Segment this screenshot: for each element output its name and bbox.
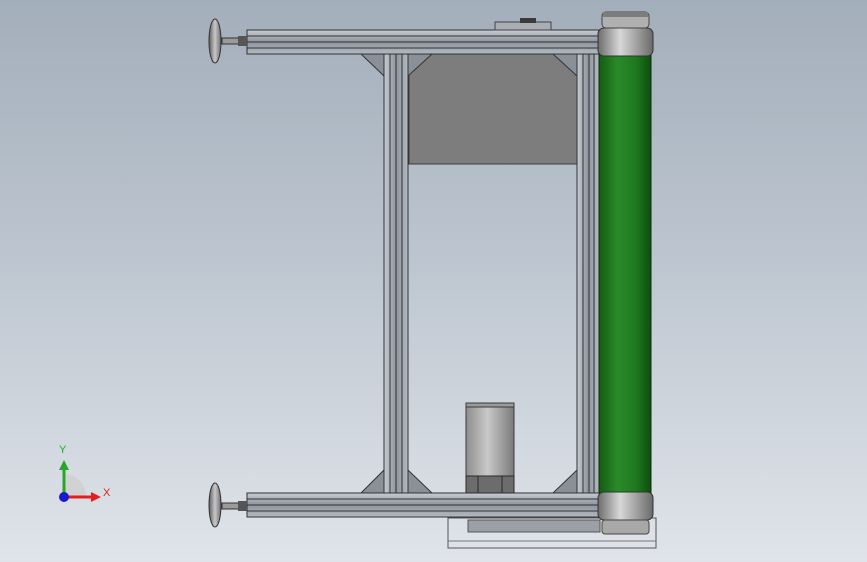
graphics-viewport[interactable]: Y X <box>0 0 867 562</box>
drive-motor <box>465 402 515 494</box>
coordinate-triad <box>59 460 101 502</box>
bottom-rail <box>246 492 602 518</box>
leveling-foot-top <box>208 18 248 64</box>
axis-label-y: Y <box>59 444 67 456</box>
left-post <box>383 53 409 494</box>
conveyor-belt <box>598 53 652 494</box>
conveyor-model[interactable] <box>0 0 867 562</box>
top-roller <box>597 11 654 57</box>
leveling-foot-bottom <box>208 482 248 528</box>
right-post <box>576 53 600 494</box>
axis-label-x: X <box>103 487 111 499</box>
bottom-roller <box>597 491 654 535</box>
motor-plate <box>408 53 578 165</box>
top-rail <box>246 18 602 55</box>
